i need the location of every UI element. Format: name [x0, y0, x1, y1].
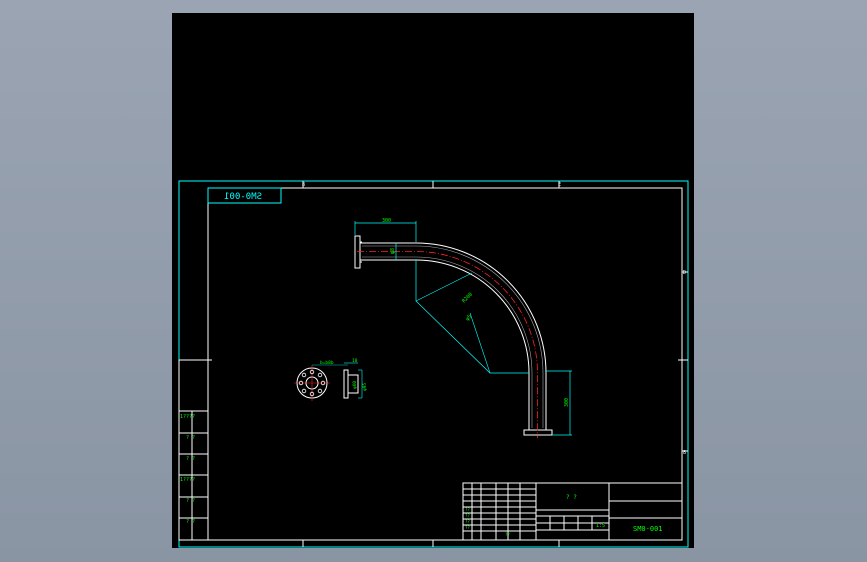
flange-front-view — [294, 365, 330, 401]
bottom-flange — [523, 429, 553, 436]
svg-text:b=b8b: b=b8b — [320, 360, 334, 366]
svg-text:E: E — [558, 182, 561, 188]
mirrored-code-box: SM0-001 — [207, 187, 282, 204]
svg-text:??: ?? — [505, 532, 510, 537]
svg-text:??: ?? — [465, 525, 470, 530]
svg-text:8: 8 — [302, 182, 305, 188]
svg-text:??: ?? — [465, 507, 470, 512]
svg-text:??: ?? — [465, 513, 470, 518]
svg-text:D: D — [683, 270, 686, 276]
svg-text:??: ?? — [465, 519, 470, 524]
left-flange — [354, 235, 361, 269]
svg-text:1:5: 1:5 — [596, 523, 605, 529]
svg-text:φ5: φ5 — [465, 314, 473, 322]
svg-text:? ?: ? ? — [186, 435, 195, 441]
svg-text:300: 300 — [382, 218, 391, 224]
svg-text:? ?: ? ? — [186, 498, 195, 504]
svg-text:φ8: φ8 — [390, 248, 396, 254]
svg-text:8: 8 — [683, 450, 686, 456]
svg-text:? ?: ? ? — [186, 519, 195, 525]
pipe-elbow-view — [354, 221, 572, 438]
svg-text:φ95: φ95 — [362, 383, 368, 391]
svg-text:1????: 1???? — [180, 477, 195, 483]
drawing-title-code: SM0-001 — [633, 525, 663, 533]
mirrored-code-text: SM0-001 — [224, 192, 262, 202]
drawing-title-name: ? ? — [566, 494, 577, 501]
sheet-inner-frame — [207, 187, 683, 541]
svg-text:φ60: φ60 — [352, 381, 358, 389]
cad-viewport[interactable]: 8 E D 8 SM0-001 1???? ? ? ? ? 1???? ? ? … — [172, 13, 694, 548]
elbow-dimensions: 300 φ8 R200 φ5 300 — [382, 218, 570, 407]
svg-text:? ?: ? ? — [186, 456, 195, 462]
left-panel-labels: 1???? ? ? ? ? 1???? ? ? ? ? — [180, 414, 195, 525]
svg-text:1????: 1???? — [180, 414, 195, 420]
svg-text:18: 18 — [352, 358, 358, 364]
left-side-panel — [178, 359, 209, 541]
svg-text:300: 300 — [564, 398, 570, 407]
zone-ticks — [179, 181, 688, 547]
pipe-centerline — [357, 251, 538, 438]
sheet-outer-border — [178, 180, 689, 548]
svg-text:R200: R200 — [461, 292, 474, 305]
drawing-sheet: 8 E D 8 SM0-001 1???? ? ? ? ? 1???? ? ? … — [178, 180, 689, 548]
